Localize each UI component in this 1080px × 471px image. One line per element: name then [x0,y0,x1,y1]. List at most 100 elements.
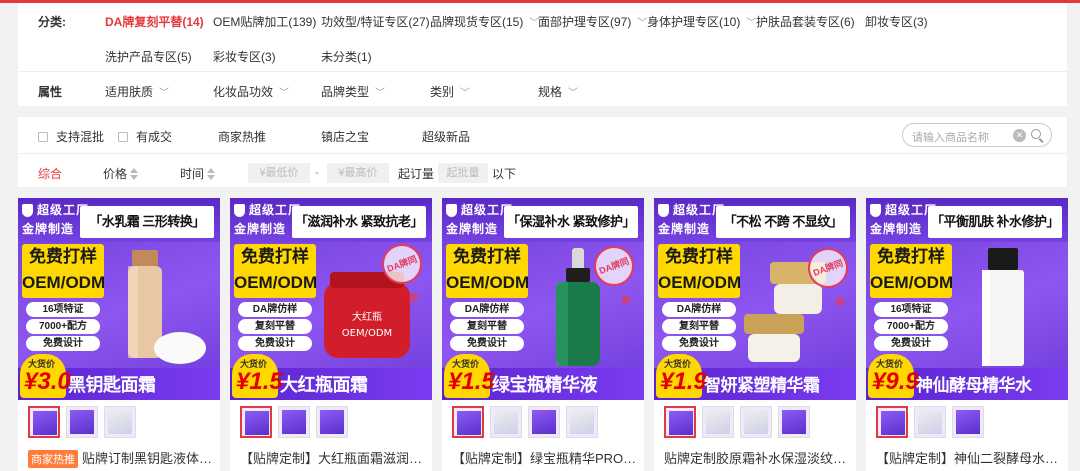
product-slogan: 「水乳霜 三形转换」 [80,206,214,238]
attribute-dropdown[interactable]: 适用肤质 ﹀ [105,83,169,100]
thumbnail[interactable] [66,406,98,438]
moq-input[interactable]: 起批量 [438,163,488,183]
thumbnail[interactable] [702,406,734,438]
shield-icon [446,204,457,217]
checkbox-mixed-batch[interactable]: 支持混批 [38,128,104,145]
category-item[interactable]: 面部护理专区(97) ﹀ [538,13,647,30]
thumbnail[interactable] [566,406,598,438]
attribute-dropdown[interactable]: 规格 ﹀ [538,83,578,100]
attribute-dropdown[interactable]: 品牌类型 ﹀ [321,83,385,100]
chevron-down-icon: ﹀ [746,18,757,29]
tab-store-treasure[interactable]: 镇店之宝 [321,128,369,145]
thumbnail[interactable] [452,406,484,438]
product-card[interactable]: 超级工厂 金牌制造 「不松 不跨 不显纹」 免费打样 OEM/ODM DA牌仿样 … [654,198,856,471]
feature-pill: 免费设计 [26,336,100,351]
checkbox-has-deal[interactable]: 有成交 [118,128,172,145]
category-item[interactable]: 卸妆专区(3) [865,13,928,30]
brand-text: 金牌制造 [234,222,287,236]
free-sample-badge: 免费打样 OEM/ODM [234,244,317,298]
clear-icon[interactable]: ✕ [1013,129,1026,142]
checkbox-box[interactable] [38,132,48,142]
sort-overall[interactable]: 综合 [38,165,62,182]
category-item[interactable]: DA牌复刻平替(14) [105,13,204,30]
thumbnail[interactable] [528,406,560,438]
product-title[interactable]: 【贴牌定制】绿宝瓶精华PRO补水 [452,448,642,467]
brand-text: 金牌制造 [870,222,923,236]
thumbnail[interactable] [104,406,136,438]
product-search[interactable]: 请输入商品名称 ✕ [902,123,1052,147]
feature-pill: DA牌仿样 [238,302,312,317]
product-bottle-illustration [128,250,206,364]
free-sample-badge: 免费打样 OEM/ODM [658,244,741,298]
filter-panel: 分类: DA牌复刻平替(14) OEM贴牌加工(139) 功效型/特证专区(27… [18,3,1067,106]
search-input[interactable]: 请输入商品名称 [912,129,989,145]
product-slogan: 「滋润补水 紧致抗老」 [292,206,426,238]
thumbnail[interactable] [240,406,272,438]
divider [18,153,1067,154]
category-item[interactable]: 功效型/特证专区(27) [321,13,430,30]
product-bottle-illustration [982,248,1024,366]
moq-suffix: 以下 [492,167,517,181]
brand-text: 金牌制造 [22,222,75,236]
product-title[interactable]: 【贴牌定制】神仙二裂酵母水平衡 [876,448,1066,467]
attribute-dropdown[interactable]: 类别 ﹀ [430,83,470,100]
category-item[interactable]: 未分类(1) [321,48,372,65]
feature-pill: 免费设计 [662,336,736,351]
product-card[interactable]: 超级工厂 金牌制造 「滋润补水 紧致抗老」 免费打样 OEM/ODM DA牌仿样 … [230,198,432,471]
chevron-down-icon: ﹀ [279,88,290,99]
thumbnail[interactable] [952,406,984,438]
category-item[interactable]: 护肤品套装专区(6) [756,13,855,30]
sort-arrows-icon [130,168,139,180]
feature-pill: DA牌仿样 [450,302,524,317]
feature-pill: DA牌仿样 [662,302,736,317]
attribute-dropdown[interactable]: 化妆品功效 ﹀ [213,83,289,100]
category-item[interactable]: 品牌现货专区(15) ﹀ [430,13,539,30]
search-icon[interactable] [1031,129,1041,139]
sort-arrows-icon [207,168,216,180]
thumbnail[interactable] [316,406,348,438]
sort-price[interactable]: 价格 [103,165,139,182]
thumbnail[interactable] [914,406,946,438]
thumbnail[interactable] [278,406,310,438]
thumbnail[interactable] [778,406,810,438]
thumbnail[interactable] [28,406,60,438]
product-slogan: 「平衡肌肤 补水修护」 [928,206,1062,238]
product-title[interactable]: 贴牌定制胶原霜补水保湿淡纹抗皱 [664,448,854,467]
max-price-input[interactable]: ¥最高价 [327,163,389,183]
feature-pill: 免费设计 [238,336,312,351]
price-badge: 大货价 ¥1.5 [444,354,495,398]
divider [18,71,1067,72]
product-image[interactable]: 超级工厂 金牌制造 「平衡肌肤 补水修护」 免费打样 OEM/ODM 16项特证 … [866,198,1068,400]
shield-icon [870,204,881,217]
product-card[interactable]: 超级工厂 金牌制造 「平衡肌肤 补水修护」 免费打样 OEM/ODM 16项特证 … [866,198,1068,471]
product-card[interactable]: 超级工厂 金牌制造 「水乳霜 三形转换」 免费打样 OEM/ODM 16项特证 7… [18,198,220,471]
free-sample-badge: 免费打样 OEM/ODM [870,244,953,298]
tab-super-new[interactable]: 超级新品 [422,128,470,145]
product-image[interactable]: 超级工厂 金牌制造 「滋润补水 紧致抗老」 免费打样 OEM/ODM DA牌仿样 … [230,198,432,400]
category-item[interactable]: OEM贴牌加工(139) [213,13,316,30]
category-row: 分类: DA牌复刻平替(14) OEM贴牌加工(139) 功效型/特证专区(27… [18,13,1067,73]
thumbnail[interactable] [490,406,522,438]
price-badge: 大货价 ¥1.5 [232,354,283,398]
price-badge: 大货价 ¥9.9 [868,354,919,398]
feature-pill: 免费设计 [874,336,948,351]
product-title[interactable]: 商家热推 贴牌订制黑钥匙液体面霜 [28,448,218,468]
category-item[interactable]: 身体护理专区(10) ﹀ [647,13,756,30]
attribute-label: 属性 [38,85,63,99]
thumbnail[interactable] [664,406,696,438]
tab-hot-recommend[interactable]: 商家热推 [218,128,266,145]
product-image[interactable]: 超级工厂 金牌制造 「保湿补水 紧致修护」 免费打样 OEM/ODM DA牌仿样 … [442,198,644,400]
promo-product-name: 黑钥匙面霜 [68,375,156,395]
category-item[interactable]: 彩妆专区(3) [213,48,276,65]
category-item[interactable]: 洗护产品专区(5) [105,48,192,65]
checkbox-box[interactable] [118,132,128,142]
thumbnail[interactable] [876,406,908,438]
product-image[interactable]: 超级工厂 金牌制造 「不松 不跨 不显纹」 免费打样 OEM/ODM DA牌仿样 … [654,198,856,400]
thumbnail[interactable] [740,406,772,438]
product-image[interactable]: 超级工厂 金牌制造 「水乳霜 三形转换」 免费打样 OEM/ODM 16项特证 7… [18,198,220,400]
min-price-input[interactable]: ¥最低价 [248,163,310,183]
product-card[interactable]: 超级工厂 金牌制造 「保湿补水 紧致修护」 免费打样 OEM/ODM DA牌仿样 … [442,198,644,471]
category-label: 分类: [38,15,66,29]
product-title[interactable]: 【贴牌定制】大红瓶面霜滋润补水 [240,448,430,467]
sort-time[interactable]: 时间 [180,165,216,182]
